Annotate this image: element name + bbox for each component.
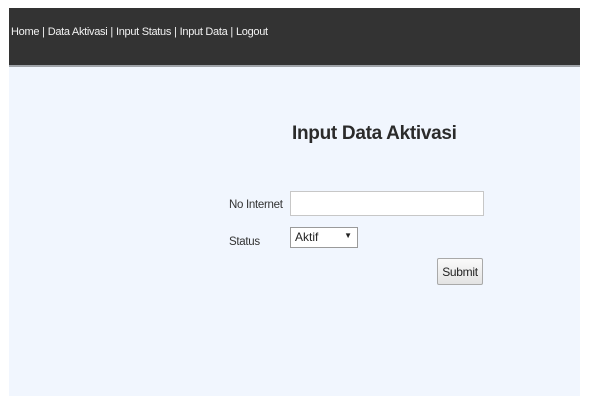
nav-link-input-status[interactable]: Input Status <box>116 26 171 38</box>
page-title: Input Data Aktivasi <box>292 123 457 144</box>
nav-link-logout[interactable]: Logout <box>236 26 268 38</box>
nav-link-data-aktivasi[interactable]: Data Aktivasi <box>48 26 108 38</box>
nav-link-home[interactable]: Home <box>11 26 39 38</box>
nav-separator: | <box>42 26 45 38</box>
nav-link-input-data[interactable]: Input Data <box>180 26 228 38</box>
no-internet-input[interactable] <box>290 191 484 216</box>
app-frame: Home | Data Aktivasi | Input Status | Input Da… <box>9 8 580 396</box>
no-internet-label: No Internet <box>229 199 283 211</box>
nav-separator: | <box>110 26 113 38</box>
status-select[interactable]: Aktif ▼ <box>290 227 358 248</box>
dropdown-arrow-icon: ▼ <box>344 231 352 240</box>
nav-separator: | <box>230 26 233 38</box>
status-label: Status <box>229 236 260 248</box>
top-navigation-bar: Home | Data Aktivasi | Input Status | Input Da… <box>9 8 580 67</box>
submit-button[interactable]: Submit <box>437 258 483 285</box>
status-selected-value: Aktif <box>295 230 319 244</box>
nav-separator: | <box>174 26 177 38</box>
nav-menu: Home | Data Aktivasi | Input Status | Input Da… <box>11 26 268 38</box>
